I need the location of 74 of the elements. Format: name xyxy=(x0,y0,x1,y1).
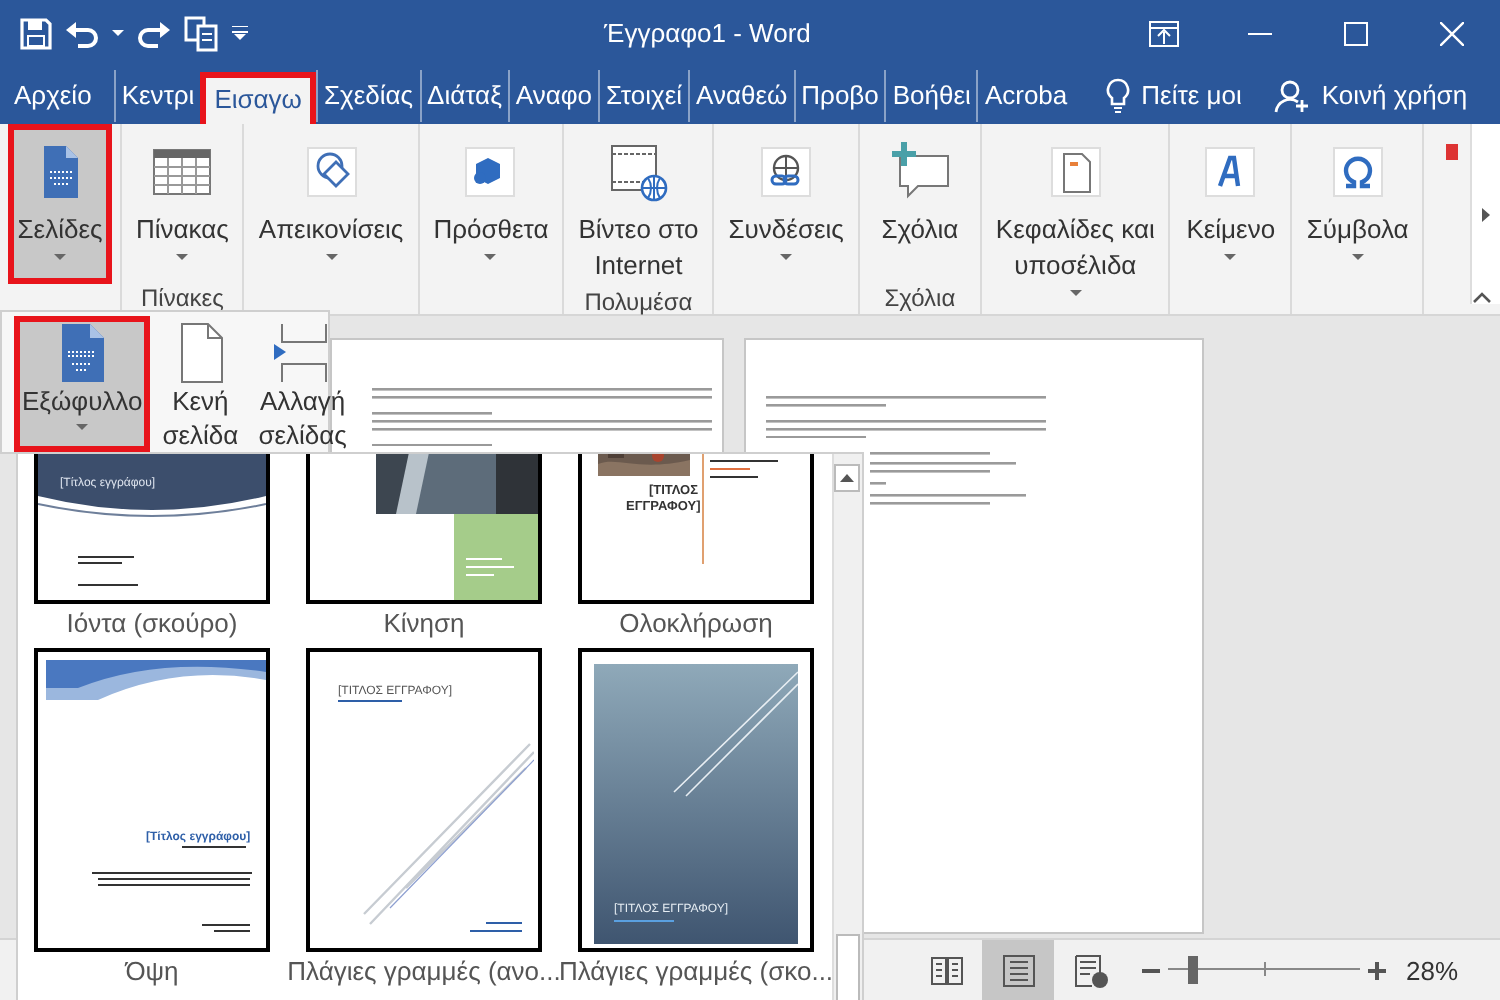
customize-icon[interactable] xyxy=(232,26,248,40)
ribbon-tab[interactable]: Acroba xyxy=(976,69,1074,121)
thumbnail-label: Ιόντα (σκούρο) xyxy=(66,608,238,638)
group-label: Σχόλια xyxy=(884,284,956,314)
zoom-out-icon[interactable] xyxy=(1142,967,1160,973)
thumbnail-label: Ολοκλήρωση xyxy=(619,608,773,638)
tell-me-field[interactable]: Πείτε μοι xyxy=(1141,80,1242,110)
ribbon-tab[interactable]: Στοιχεί xyxy=(598,69,689,121)
view-button[interactable] xyxy=(982,940,1054,1000)
comment-add-icon xyxy=(887,140,952,204)
thumbnail-label: Πλάγιες γραμμές (σκο... xyxy=(558,956,834,986)
ribbon-button[interactable]: Κείμενο xyxy=(1178,124,1283,284)
ribbon-tab[interactable]: Προβο xyxy=(793,69,885,121)
ribbon-button[interactable]: Απεικονίσεις xyxy=(252,124,410,284)
ribbon-button[interactable]: Βίντεο στο Internet xyxy=(572,124,705,288)
ribbon-tab[interactable]: Αναθεώ xyxy=(688,69,794,121)
maximize-icon[interactable] xyxy=(1344,21,1368,45)
caret-icon[interactable] xyxy=(112,30,124,36)
print-layout-icon xyxy=(1001,953,1035,987)
ribbon-button[interactable]: Πρόσθετα xyxy=(427,124,555,284)
cover-drawing xyxy=(454,514,538,600)
caret-icon xyxy=(1482,207,1490,221)
ribbon-button[interactable]: Σχόλια xyxy=(867,124,972,284)
caret-icon xyxy=(76,424,89,430)
share-button[interactable]: Κοινή χρήση xyxy=(1321,80,1468,110)
video-icon xyxy=(606,140,671,204)
thumbnail-label: Κίνηση xyxy=(383,608,465,638)
lightbulb-icon[interactable] xyxy=(1105,77,1130,113)
ribbon-button[interactable]: Σελίδες xyxy=(8,124,112,284)
text-lines xyxy=(710,460,778,478)
marker-icon xyxy=(1446,144,1459,160)
ribbon-tab[interactable]: Αναφο xyxy=(507,69,599,121)
ribbon-tab[interactable]: Αρχείο xyxy=(8,69,98,121)
ribbon-display-icon[interactable] xyxy=(1148,19,1180,47)
menu-button[interactable]: Εξώφυλλο xyxy=(14,316,151,452)
ribbon-button[interactable]: Συνδέσεις xyxy=(722,124,850,284)
ribbon-tab[interactable]: Διάταξ xyxy=(419,69,508,121)
person-add-icon[interactable] xyxy=(1273,77,1310,113)
zoom-level[interactable]: 28% xyxy=(1406,955,1459,985)
caret-icon xyxy=(1224,254,1237,260)
minimize-icon[interactable] xyxy=(1248,31,1272,35)
caret-icon xyxy=(484,254,497,260)
close-icon[interactable] xyxy=(1440,21,1464,45)
scroll-up-icon[interactable] xyxy=(840,474,854,482)
read-mode-icon xyxy=(929,953,963,987)
ribbon-tab[interactable]: Εισαγω xyxy=(200,72,316,130)
group-label: Πολυμέσα xyxy=(584,288,693,316)
scrollbar[interactable] xyxy=(832,454,862,1000)
group-label: Πίνακες xyxy=(141,284,224,314)
save-icon[interactable] xyxy=(20,17,52,49)
slider-thumb[interactable] xyxy=(1188,956,1199,984)
caret-icon xyxy=(780,254,793,260)
web-layout-icon xyxy=(1073,953,1107,987)
menu-button[interactable]: Αλλαγή σελίδας xyxy=(250,316,355,452)
ribbon-tab[interactable]: Σχεδίας xyxy=(315,69,420,121)
ribbon-button[interactable]: Σύμβολα xyxy=(1300,124,1415,284)
thumbnail-label: Όψη xyxy=(125,956,179,986)
caret-icon xyxy=(176,254,189,260)
ribbon-button[interactable]: Κεφαλίδες και υποσέλιδα xyxy=(989,124,1161,300)
zoom-in-icon[interactable] xyxy=(1368,961,1386,979)
collapse-icon[interactable] xyxy=(1472,292,1492,304)
menu-button[interactable]: Κενή σελίδα xyxy=(154,316,247,452)
scrollbar-thumb[interactable] xyxy=(836,934,860,1000)
ribbon-button[interactable]: Πίνακας xyxy=(130,124,235,284)
thumbnail-label: Πλάγιες γραμμές (ανο... xyxy=(287,956,561,986)
touch-mode-icon[interactable] xyxy=(184,15,220,51)
window-title: Έγγραφο1 - Word xyxy=(604,18,811,48)
caret-icon xyxy=(325,254,338,260)
ribbon-tab[interactable]: Βοήθει xyxy=(884,69,977,121)
undo-icon[interactable] xyxy=(64,17,100,49)
caret-icon xyxy=(54,254,66,260)
redo-icon[interactable] xyxy=(136,17,172,49)
caret-icon xyxy=(1351,254,1364,260)
caret-icon xyxy=(1069,290,1082,296)
